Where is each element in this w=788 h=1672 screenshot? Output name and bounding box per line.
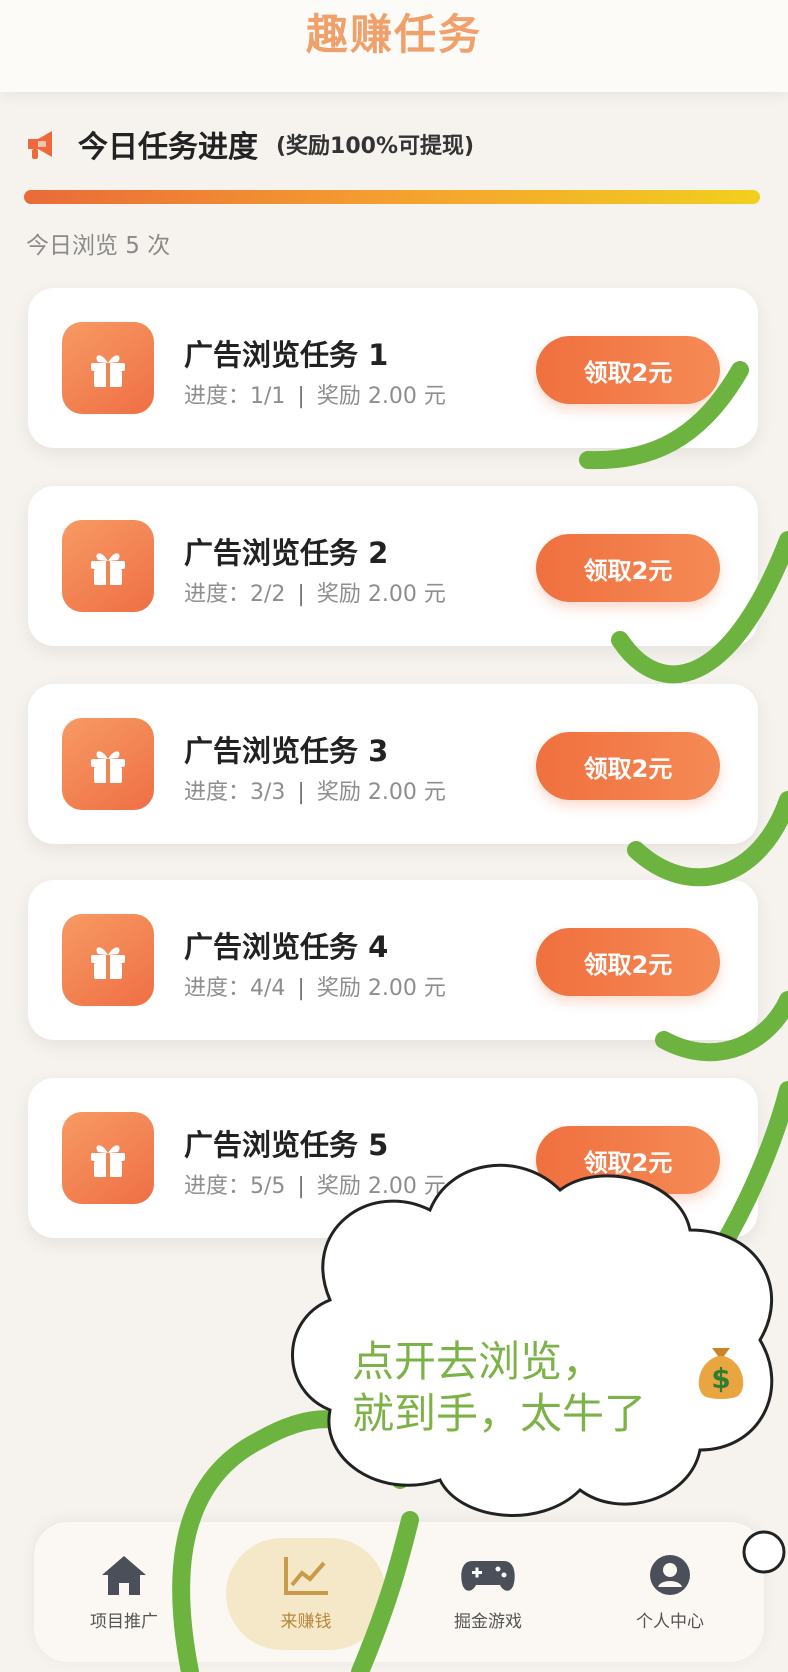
task-reward: 奖励 2.00 元 [316, 780, 446, 805]
task-title: 广告浏览任务 1 [184, 338, 389, 372]
claim-button[interactable]: 领取2元 [536, 732, 720, 800]
annotation-line-1: 点开去浏览， [352, 1337, 605, 1386]
page-title: 趣赚任务 [305, 9, 482, 59]
task-card: 广告浏览任务 4 进度：4/4 | 奖励 2.00 元 领取2元 [28, 880, 758, 1040]
money-symbol: $ [711, 1362, 730, 1395]
tab-label: 来赚钱 [280, 1611, 332, 1632]
task-reward: 奖励 2.00 元 [316, 384, 446, 409]
separator: | [297, 582, 305, 607]
progress-bar [24, 190, 760, 204]
task-subtitle: 进度：5/5 | 奖励 2.00 元 [184, 1168, 446, 1200]
app-header: 趣赚任务 [0, 0, 788, 92]
gift-icon [62, 914, 154, 1006]
task-progress: 进度：5/5 [184, 1174, 286, 1199]
task-card: 广告浏览任务 5 进度：5/5 | 奖励 2.00 元 领取2元 [28, 1078, 758, 1238]
megaphone-icon [28, 131, 52, 159]
task-card: 广告浏览任务 3 进度：3/3 | 奖励 2.00 元 领取2元 [28, 684, 758, 844]
task-progress: 进度：3/3 [184, 780, 286, 805]
gift-icon [62, 718, 154, 810]
task-progress: 进度：2/2 [184, 582, 286, 607]
claim-button[interactable]: 领取2元 [536, 336, 720, 404]
tab-personal-center[interactable]: 个人中心 [580, 1522, 760, 1662]
chart-icon [284, 1556, 328, 1595]
gift-icon [62, 520, 154, 612]
user-icon [650, 1554, 690, 1595]
progress-heading: 今日任务进度 (奖励100%可提现) [24, 122, 474, 166]
separator: | [297, 976, 305, 1001]
home-icon [102, 1555, 146, 1595]
annotation-text: 点开去浏览， 就到手，太牛了 [352, 1336, 732, 1440]
separator: | [297, 780, 305, 805]
task-card: 广告浏览任务 2 进度：2/2 | 奖励 2.00 元 领取2元 [28, 486, 758, 646]
task-card: 广告浏览任务 1 进度：1/1 | 奖励 2.00 元 领取2元 [28, 288, 758, 448]
views-count-text: 今日浏览 5 次 [26, 233, 171, 259]
task-title: 广告浏览任务 5 [184, 1128, 389, 1162]
task-subtitle: 进度：3/3 | 奖励 2.00 元 [184, 774, 446, 806]
bottom-tab-bar: 项目推广 来赚钱 掘金游戏 个人中心 [34, 1522, 764, 1662]
tab-label: 掘金游戏 [454, 1611, 522, 1632]
gamepad-icon [461, 1560, 515, 1591]
task-title: 广告浏览任务 3 [184, 734, 389, 768]
task-progress: 进度：4/4 [184, 976, 286, 1001]
separator: | [297, 1174, 305, 1199]
task-title: 广告浏览任务 4 [184, 930, 389, 964]
annotation-line-2: 就到手，太牛了 [352, 1389, 647, 1438]
task-reward: 奖励 2.00 元 [316, 1174, 446, 1199]
claim-button[interactable]: 领取2元 [536, 1126, 720, 1194]
task-progress: 进度：1/1 [184, 384, 286, 409]
task-subtitle: 进度：4/4 | 奖励 2.00 元 [184, 970, 446, 1002]
claim-button[interactable]: 领取2元 [536, 534, 720, 602]
task-title: 广告浏览任务 2 [184, 536, 389, 570]
progress-title: 今日任务进度 [78, 130, 258, 165]
tab-label: 个人中心 [636, 1611, 704, 1632]
progress-note: (奖励100%可提现) [276, 134, 475, 159]
claim-button[interactable]: 领取2元 [536, 928, 720, 996]
tab-label: 项目推广 [90, 1611, 158, 1632]
gift-icon [62, 1112, 154, 1204]
tab-project-promotion[interactable]: 项目推广 [34, 1522, 214, 1662]
tab-earn-money[interactable]: 来赚钱 [216, 1522, 396, 1662]
task-reward: 奖励 2.00 元 [316, 976, 446, 1001]
task-reward: 奖励 2.00 元 [316, 582, 446, 607]
task-subtitle: 进度：2/2 | 奖励 2.00 元 [184, 576, 446, 608]
gift-icon [62, 322, 154, 414]
separator: | [297, 384, 305, 409]
task-subtitle: 进度：1/1 | 奖励 2.00 元 [184, 378, 446, 410]
money-bag-icon: $ [698, 1348, 744, 1399]
tab-gold-games[interactable]: 掘金游戏 [398, 1522, 578, 1662]
progress-fill [24, 190, 760, 204]
